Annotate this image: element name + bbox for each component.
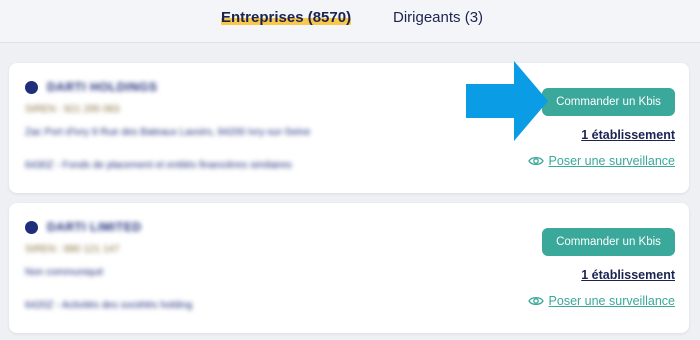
company-name-row: DARTI HOLDINGS <box>25 80 157 94</box>
company-name-row: DARTI LIMITED <box>25 220 142 234</box>
company-icon <box>25 220 38 234</box>
company-address: Non communiqué <box>25 267 104 278</box>
company-address: Zac Port d'Ivry 9 Rue des Bateaux Lavoir… <box>25 127 311 138</box>
tab-dirigeants[interactable]: Dirigeants (3) <box>393 9 483 26</box>
watch-link[interactable]: Poser une surveillance <box>527 294 675 308</box>
company-activity: 6430Z - Fonds de placement et entités fi… <box>25 160 292 171</box>
results-tabs: Entreprises (8570) Dirigeants (3) <box>0 0 700 43</box>
watch-link-label: Poser une surveillance <box>548 294 675 308</box>
company-activity: 6420Z - Activités des sociétés holding <box>25 300 193 311</box>
eye-icon <box>527 156 544 166</box>
watch-link-label: Poser une surveillance <box>548 154 675 168</box>
order-kbis-button[interactable]: Commander un Kbis <box>542 88 675 116</box>
establishments-link[interactable]: 1 établissement <box>581 268 675 282</box>
company-name[interactable]: DARTI LIMITED <box>47 220 142 234</box>
arrow-right-icon <box>466 61 548 141</box>
establishments-link[interactable]: 1 établissement <box>581 128 675 142</box>
watch-link[interactable]: Poser une surveillance <box>527 154 675 168</box>
tab-entreprises-label: Entreprises (8570) <box>221 9 352 26</box>
tab-dirigeants-label: Dirigeants (3) <box>393 9 484 26</box>
tab-entreprises[interactable]: Entreprises (8570) <box>221 9 352 26</box>
company-siren: SIREN : 880 121 147 <box>25 244 120 255</box>
company-icon <box>25 80 38 94</box>
order-kbis-button[interactable]: Commander un Kbis <box>542 228 675 256</box>
company-siren: SIREN : 921 295 083 <box>25 104 120 115</box>
company-card[interactable]: DARTI LIMITED SIREN : 880 121 147 Non co… <box>9 203 689 333</box>
eye-icon <box>527 296 544 306</box>
company-card[interactable]: DARTI HOLDINGS SIREN : 921 295 083 Zac P… <box>9 63 689 193</box>
company-name[interactable]: DARTI HOLDINGS <box>47 80 157 94</box>
